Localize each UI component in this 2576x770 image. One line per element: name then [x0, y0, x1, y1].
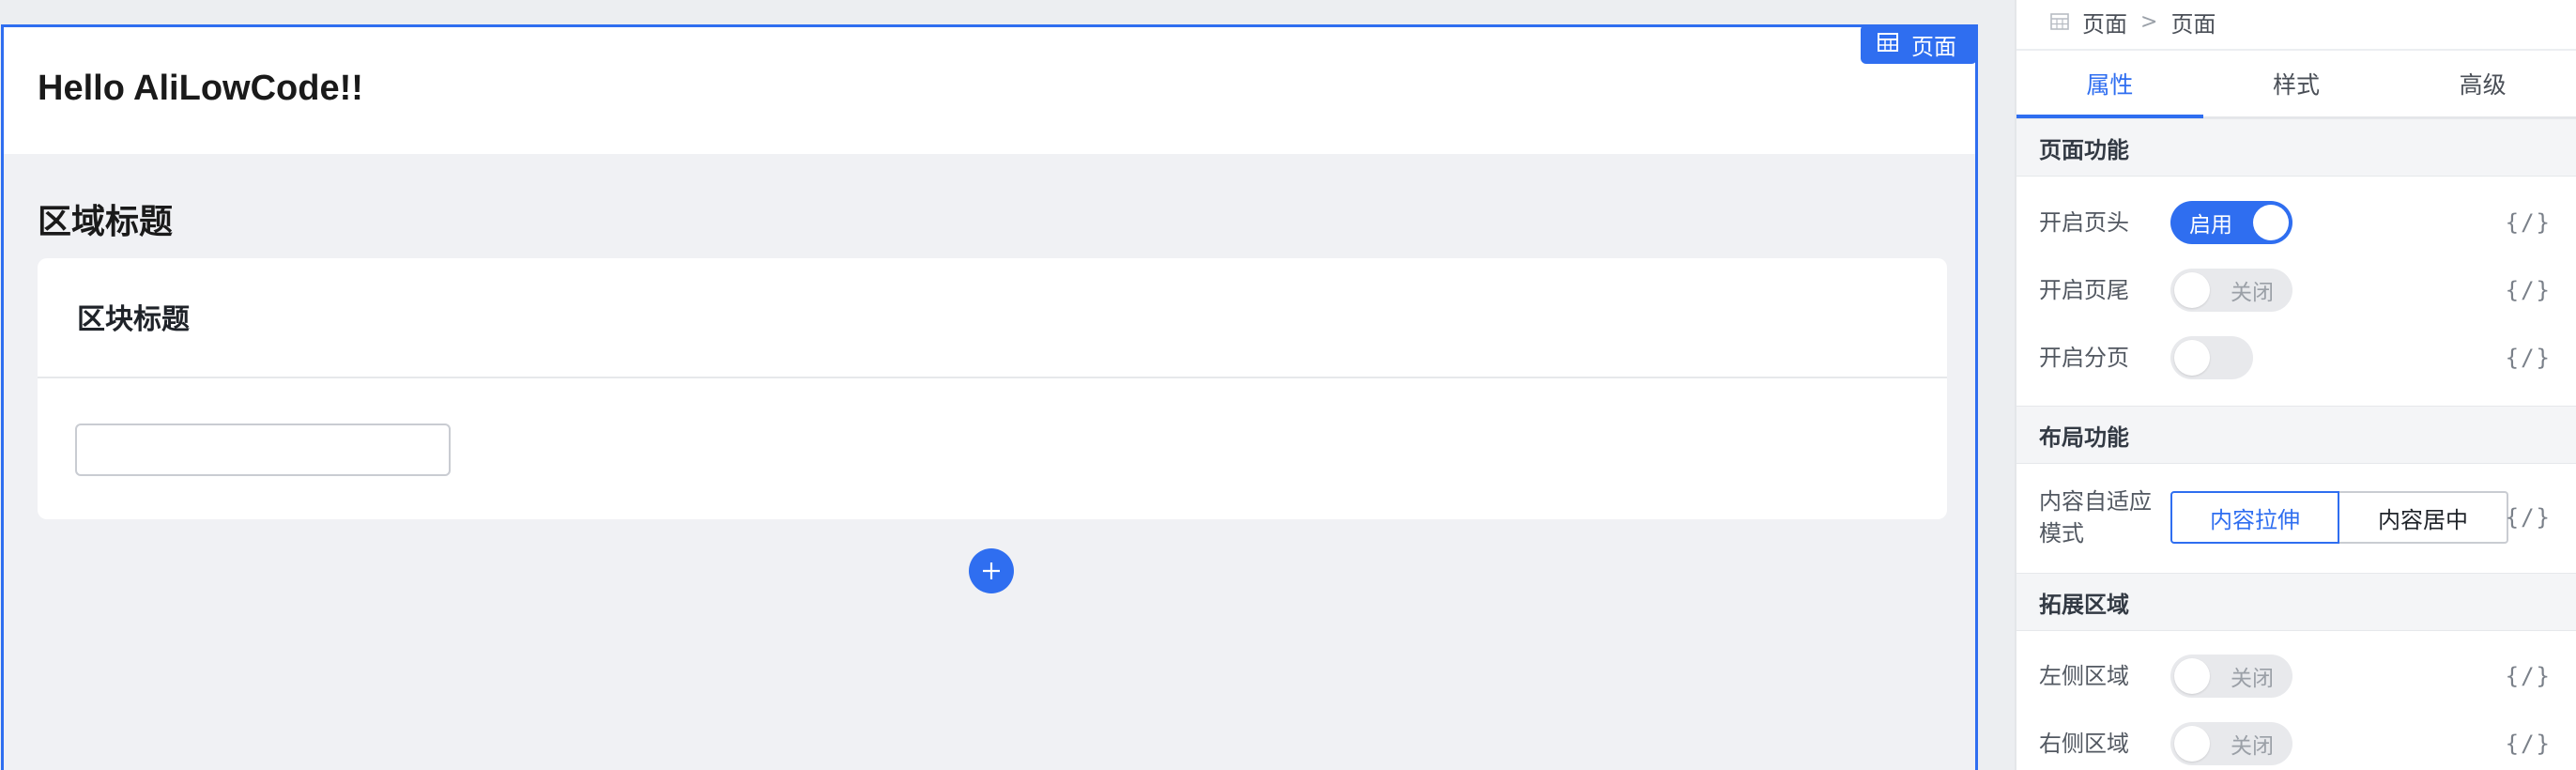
- table-icon: [1878, 31, 1898, 57]
- text-input[interactable]: [75, 424, 451, 476]
- section-page-features[interactable]: 页面功能: [2016, 118, 2576, 177]
- setting-label: 开启分页: [2039, 345, 2129, 371]
- content-fit-segmented: 内容拉伸 内容居中: [2170, 491, 2508, 544]
- setting-label: 内容自适应 模式: [2039, 485, 2152, 549]
- toggle-knob: [2174, 340, 2210, 376]
- panel-tabs: 属性 样式 高级: [2016, 49, 2576, 118]
- setting-label: 右侧区域: [2039, 731, 2129, 757]
- page-tag-label: 页面: [1911, 33, 1956, 60]
- page-component-selected[interactable]: Hello AliLowCode!! 页面 区域标题 区块标题: [1, 24, 1978, 770]
- variable-binding-icon[interactable]: {/}: [2506, 663, 2552, 689]
- variable-binding-icon[interactable]: {/}: [2506, 731, 2552, 757]
- right-area-toggle[interactable]: 关闭: [2170, 722, 2292, 765]
- plus-icon: [983, 562, 1000, 579]
- setting-label-line: 模式: [2039, 520, 2084, 547]
- option-center[interactable]: 内容居中: [2339, 491, 2508, 544]
- setting-row-left-area: 左侧区域 关闭 {/}: [2016, 650, 2576, 702]
- setting-row-content-fit: 内容自适应模式 内容拉伸 内容居中 {/}: [2016, 486, 2576, 548]
- header-toggle[interactable]: 启用: [2170, 201, 2292, 244]
- section-title[interactable]: 区域标题: [38, 194, 173, 243]
- breadcrumb: 页面 > 页面: [2050, 0, 2216, 43]
- toggle-knob: [2174, 658, 2210, 694]
- section-layout-features[interactable]: 布局功能: [2016, 406, 2576, 464]
- page-selection-tag[interactable]: 页面: [1861, 24, 1977, 64]
- toggle-knob: [2253, 205, 2289, 240]
- toggle-text: 关闭: [2231, 281, 2274, 305]
- variable-binding-icon[interactable]: {/}: [2506, 504, 2552, 531]
- section-extension-areas[interactable]: 拓展区域: [2016, 573, 2576, 631]
- setting-row-footer: 开启页尾 关闭 {/}: [2016, 264, 2576, 316]
- toggle-knob: [2174, 272, 2210, 308]
- card-divider: [38, 377, 1947, 378]
- add-component-button[interactable]: [969, 548, 1014, 593]
- tab-properties[interactable]: 属性: [2016, 51, 2203, 118]
- variable-binding-icon[interactable]: {/}: [2506, 209, 2552, 236]
- variable-binding-icon[interactable]: {/}: [2506, 345, 2552, 371]
- chevron-right-icon: >: [2140, 9, 2158, 34]
- toggle-text: 关闭: [2231, 667, 2274, 691]
- design-canvas: Hello AliLowCode!! 页面 区域标题 区块标题: [0, 0, 2015, 770]
- table-icon: [2050, 13, 2069, 30]
- breadcrumb-item-current[interactable]: 页面: [2170, 6, 2216, 38]
- setting-row-header: 开启页头 启用 {/}: [2016, 196, 2576, 249]
- setting-label: 左侧区域: [2039, 663, 2129, 689]
- setting-label-line: 内容自适应: [2039, 488, 2152, 515]
- toggle-text: 启用: [2189, 213, 2232, 238]
- breadcrumb-item-page[interactable]: 页面: [2082, 6, 2127, 38]
- setting-label: 开启页头: [2039, 209, 2129, 236]
- setting-row-pagination: 开启分页 {/}: [2016, 331, 2576, 384]
- setting-row-right-area: 右侧区域 关闭 {/}: [2016, 717, 2576, 770]
- block-card[interactable]: 区块标题: [38, 258, 1947, 519]
- low-code-editor: Hello AliLowCode!! 页面 区域标题 区块标题 页面 > 页面 …: [0, 0, 2576, 770]
- variable-binding-icon[interactable]: {/}: [2506, 277, 2552, 303]
- toggle-knob: [2174, 726, 2210, 762]
- setting-label: 开启页尾: [2039, 277, 2129, 303]
- page-header-title: Hello AliLowCode!!: [38, 69, 363, 108]
- option-stretch[interactable]: 内容拉伸: [2170, 491, 2339, 544]
- toggle-text: 关闭: [2231, 734, 2274, 759]
- tab-style[interactable]: 样式: [2203, 51, 2390, 116]
- pagination-toggle[interactable]: [2170, 336, 2253, 379]
- block-title: 区块标题: [77, 303, 190, 336]
- settings-panel: 页面 > 页面 属性 样式 高级 页面功能 开启页头 启用 {/} 开启页尾 关…: [2015, 0, 2576, 770]
- left-area-toggle[interactable]: 关闭: [2170, 654, 2292, 698]
- page-header-region[interactable]: Hello AliLowCode!!: [4, 27, 1975, 154]
- footer-toggle[interactable]: 关闭: [2170, 269, 2292, 312]
- tab-advanced[interactable]: 高级: [2389, 51, 2576, 116]
